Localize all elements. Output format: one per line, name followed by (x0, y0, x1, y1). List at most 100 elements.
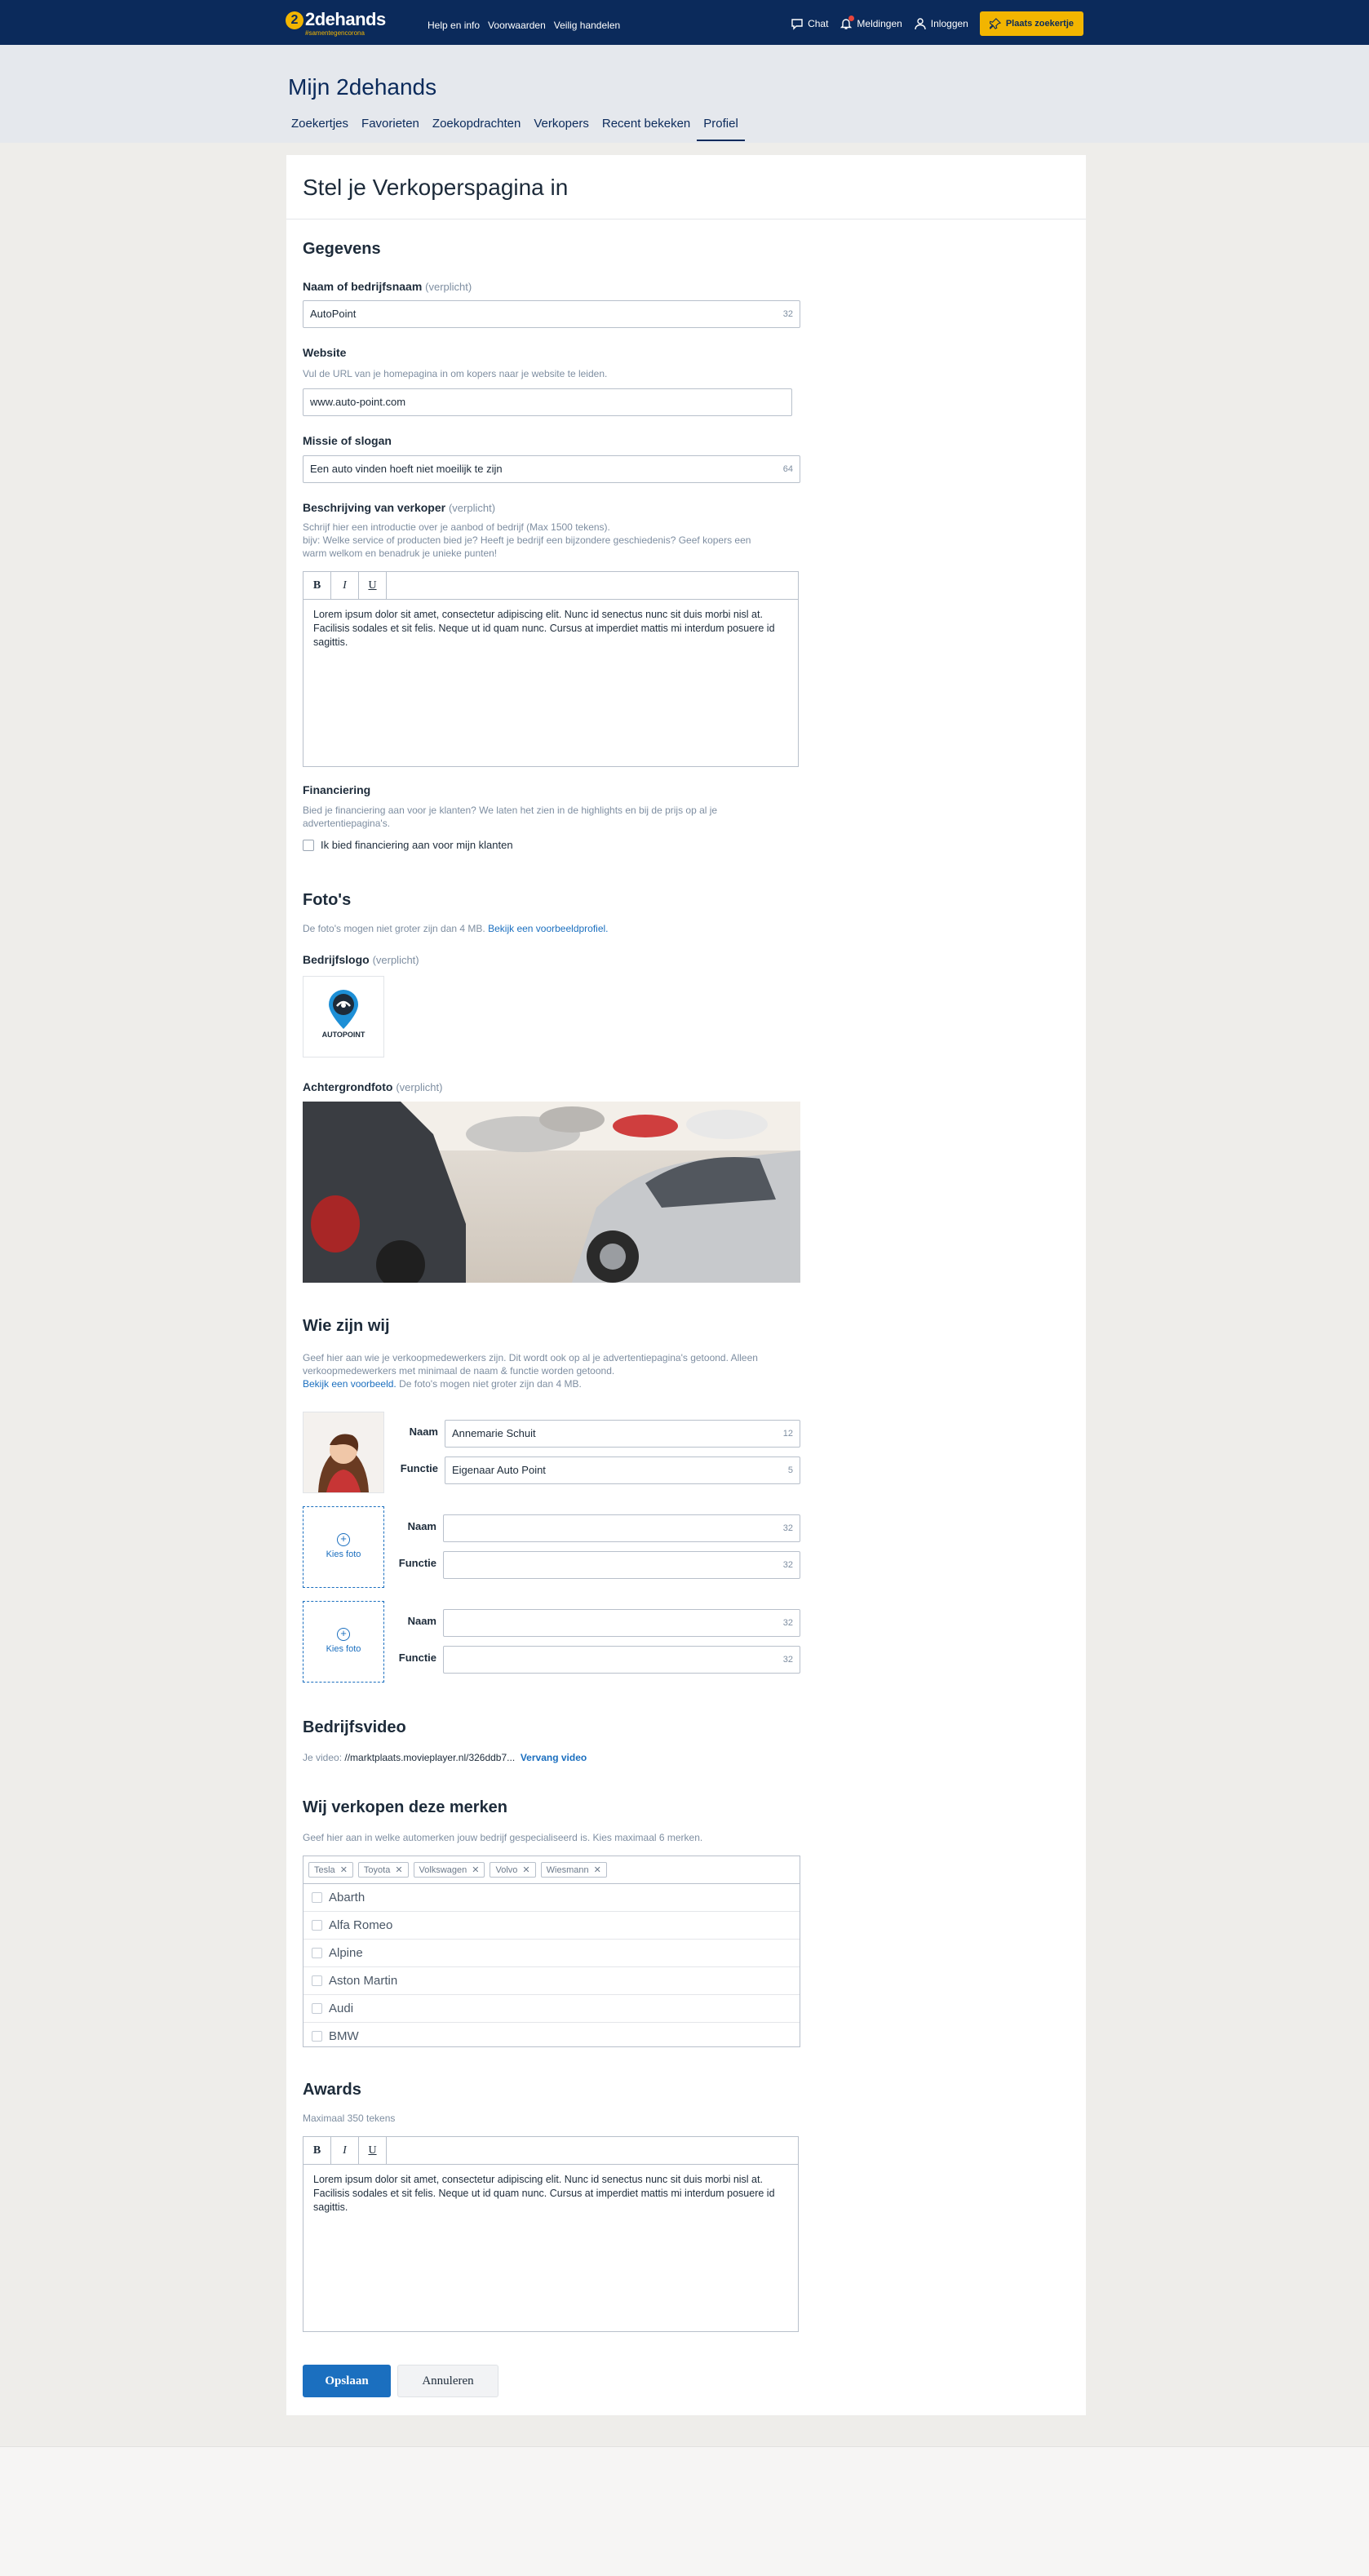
logo-tagline: #samentegencorona (305, 29, 365, 37)
top-nav: Help en info Voorwaarden Veilig handelen (428, 20, 620, 31)
site-logo[interactable]: 2 2dehands #samentegencorona (286, 9, 386, 37)
italic-button[interactable]: I (331, 572, 359, 599)
underline-button[interactable]: U (359, 2137, 387, 2164)
member-function-input[interactable]: 32 (443, 1646, 800, 1674)
description-text[interactable]: Lorem ipsum dolor sit amet, consectetur … (303, 600, 798, 658)
plus-icon: + (337, 1533, 350, 1546)
brand-option[interactable]: Alfa Romeo (303, 1912, 800, 1940)
logo-name: 2dehands (305, 9, 386, 29)
logo-label: Bedrijfslogo (verplicht) (303, 953, 419, 966)
function-label: Functie (400, 1462, 438, 1474)
bold-button[interactable]: B (303, 2137, 331, 2164)
brand-checkbox[interactable] (312, 2031, 322, 2042)
brand-option[interactable]: Aston Martin (303, 1967, 800, 1995)
section-video-title: Bedrijfsvideo (303, 1718, 406, 1736)
section-team-title: Wie zijn wij (303, 1317, 390, 1335)
awards-editor[interactable]: B I U Lorem ipsum dolor sit amet, consec… (303, 2136, 799, 2332)
plus-icon: + (337, 1628, 350, 1641)
awards-text[interactable]: Lorem ipsum dolor sit amet, consectetur … (303, 2165, 798, 2223)
remove-icon[interactable]: ✕ (522, 1864, 529, 1875)
member-name-input[interactable]: 32 (443, 1514, 800, 1542)
brand-selector: Tesla ✕ Toyota ✕ Volkswagen ✕ Volvo ✕ Wiesma… (303, 1856, 800, 2047)
slogan-input[interactable]: Een auto vinden hoeft niet moeilijk te z… (303, 455, 800, 483)
company-name-input[interactable]: AutoPoint 32 (303, 300, 800, 328)
brand-chip[interactable]: Tesla ✕ (308, 1862, 353, 1878)
remove-icon[interactable]: ✕ (340, 1864, 348, 1875)
company-name-value: AutoPoint (310, 308, 357, 320)
chat-label: Chat (808, 18, 829, 29)
background-photo-upload[interactable] (303, 1102, 800, 1283)
website-input[interactable]: www.auto-point.com (303, 388, 792, 416)
selected-brands[interactable]: Tesla ✕ Toyota ✕ Volkswagen ✕ Volvo ✕ Wiesma… (303, 1856, 800, 1884)
financing-help: Bied je financiering aan voor je klanten… (303, 805, 718, 829)
cancel-button[interactable]: Annuleren (397, 2365, 498, 2397)
slogan-label: Missie of slogan (303, 434, 392, 447)
brand-checkbox[interactable] (312, 1948, 322, 1958)
example-link[interactable]: Bekijk een voorbeeld. (303, 1378, 397, 1390)
financing-option[interactable]: Ik bied financiering aan voor mijn klant… (303, 839, 513, 851)
login-link[interactable]: Inloggen (914, 17, 968, 30)
tab-zoekopdrachten[interactable]: Zoekopdrachten (426, 117, 527, 141)
team-help: Geef hier aan wie je verkoopmedewerkers … (303, 1352, 758, 1390)
description-editor[interactable]: B I U Lorem ipsum dolor sit amet, consec… (303, 571, 799, 767)
company-logo-upload[interactable]: AUTOPOINT (303, 976, 384, 1057)
member-function-input[interactable]: Eigenaar Auto Point 5 (445, 1456, 800, 1484)
remove-icon[interactable]: ✕ (472, 1864, 479, 1875)
login-label: Inloggen (930, 18, 968, 29)
editor-toolbar: B I U (303, 2137, 798, 2165)
place-ad-button[interactable]: Plaats zoekertje (979, 11, 1083, 36)
remove-icon[interactable]: ✕ (594, 1864, 601, 1875)
brand-option[interactable]: Audi (303, 1995, 800, 2023)
brand-chip[interactable]: Volkswagen ✕ (413, 1862, 485, 1878)
italic-button[interactable]: I (331, 2137, 359, 2164)
awards-help: Maximaal 350 tekens (303, 2113, 396, 2124)
brand-chip[interactable]: Toyota ✕ (357, 1862, 409, 1878)
tab-verkopers[interactable]: Verkopers (527, 117, 596, 141)
save-button[interactable]: Opslaan (303, 2365, 391, 2397)
member-function-input[interactable]: 32 (443, 1551, 800, 1579)
description-label: Beschrijving van verkoper (verplicht) (303, 501, 496, 514)
function-label: Functie (398, 1652, 436, 1664)
notification-dot (848, 16, 855, 21)
brand-checkbox[interactable] (312, 1975, 322, 1986)
tab-recent-bekeken[interactable]: Recent bekeken (596, 117, 697, 141)
pick-photo-button[interactable]: + Kies foto (303, 1601, 384, 1683)
tab-profiel[interactable]: Profiel (697, 117, 745, 141)
function-label: Functie (398, 1557, 436, 1569)
brand-chip[interactable]: Volvo ✕ (490, 1862, 536, 1878)
remove-icon[interactable]: ✕ (395, 1864, 402, 1875)
member-name-input[interactable]: 32 (443, 1609, 800, 1637)
brand-option[interactable]: Abarth (303, 1884, 800, 1912)
chat-link[interactable]: Chat (791, 17, 828, 30)
form-title: Stel je Verkoperspagina in (303, 175, 569, 200)
website-help: Vul de URL van je homepagina in om koper… (303, 368, 608, 379)
brand-checkbox[interactable] (312, 1920, 322, 1931)
top-bar: 2 2dehands #samentegencorona Help en inf… (0, 0, 1369, 45)
brand-option[interactable]: Alpine (303, 1940, 800, 1967)
user-icon (915, 18, 926, 30)
underline-button[interactable]: U (359, 572, 387, 599)
tab-favorieten[interactable]: Favorieten (355, 117, 426, 141)
tab-zoekertjes[interactable]: Zoekertjes (288, 117, 355, 141)
example-profile-link[interactable]: Bekijk een voorbeeldprofiel. (488, 923, 608, 934)
brand-checkbox[interactable] (312, 1892, 322, 1903)
logo-mark: 2 (286, 11, 303, 29)
brand-chip[interactable]: Wiesmann ✕ (540, 1862, 607, 1878)
photos-help: De foto's mogen niet groter zijn dan 4 M… (303, 923, 609, 934)
nav-terms[interactable]: Voorwaarden (488, 20, 546, 31)
nav-safe-trading[interactable]: Veilig handelen (554, 20, 620, 31)
brand-checkbox[interactable] (312, 2003, 322, 2014)
slogan-value: Een auto vinden hoeft niet moeilijk te z… (310, 463, 503, 475)
replace-video-link[interactable]: Vervang video (521, 1752, 587, 1763)
member-name-input[interactable]: Annemarie Schuit 12 (445, 1420, 800, 1448)
notifications-link[interactable]: Meldingen (840, 16, 902, 30)
brand-option[interactable]: BMW (303, 2023, 800, 2046)
pick-photo-button[interactable]: + Kies foto (303, 1506, 384, 1588)
bold-button[interactable]: B (303, 572, 331, 599)
team-member-photo[interactable] (303, 1412, 384, 1493)
showroom-photo (303, 1102, 800, 1283)
nav-help[interactable]: Help en info (428, 20, 480, 31)
video-info: Je video: //marktplaats.movieplayer.nl/3… (303, 1752, 587, 1763)
financing-checkbox[interactable] (303, 839, 314, 851)
char-counter: 64 (782, 464, 793, 474)
